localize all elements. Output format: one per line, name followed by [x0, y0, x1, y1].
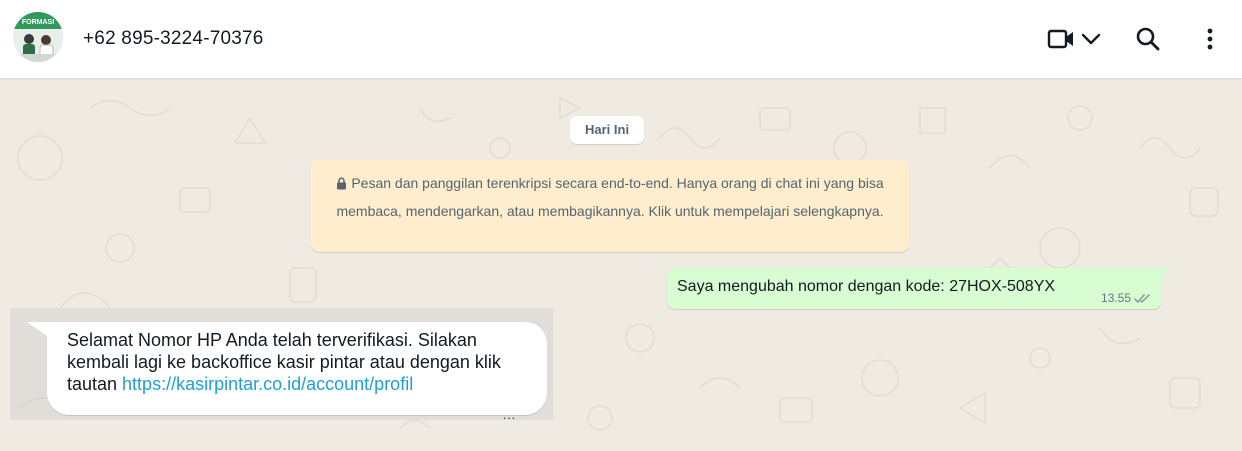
contact-name[interactable]: +62 895-3224-70376 [83, 28, 264, 50]
avatar-logo-text: FORMASI [22, 19, 54, 26]
search-icon [1136, 27, 1160, 51]
encryption-notice-text: Pesan dan panggilan terenkripsi secara e… [336, 175, 884, 219]
date-chip: Hari Ini [570, 116, 645, 144]
double-check-icon [1134, 293, 1150, 303]
message-text: Saya mengubah nomor dengan kode: 27HOX-5… [677, 278, 1056, 295]
chevron-down-icon [1081, 33, 1101, 45]
message-meta: 13.55 [1101, 291, 1152, 305]
contact-avatar[interactable]: FORMASI [13, 12, 63, 62]
message-link[interactable]: https://kasirpintar.co.id/account/profil [122, 374, 413, 394]
menu-dots-icon [1207, 28, 1213, 50]
message-truncation-dots: ... [503, 408, 517, 422]
outgoing-message[interactable]: Saya mengubah nomor dengan kode: 27HOX-5… [667, 268, 1169, 309]
chat-panel[interactable]: Hari Ini Pesan dan panggilan terenkripsi… [0, 78, 1242, 451]
search-button[interactable] [1131, 22, 1165, 56]
incoming-message[interactable]: Selamat Nomor HP Anda telah terverifikas… [27, 322, 547, 415]
message-time: 13.55 [1100, 291, 1131, 305]
avatar-image: FORMASI [13, 12, 63, 62]
menu-button[interactable] [1193, 22, 1227, 56]
bubble-tail [1161, 268, 1169, 279]
video-call-button[interactable] [1042, 22, 1106, 56]
lock-icon [336, 172, 347, 198]
chat-header: FORMASI +62 895-3224-70376 [0, 0, 1242, 78]
encryption-notice[interactable]: Pesan dan panggilan terenkripsi secara e… [311, 160, 909, 252]
bubble-tail [27, 322, 47, 336]
video-call-icon [1047, 29, 1073, 49]
